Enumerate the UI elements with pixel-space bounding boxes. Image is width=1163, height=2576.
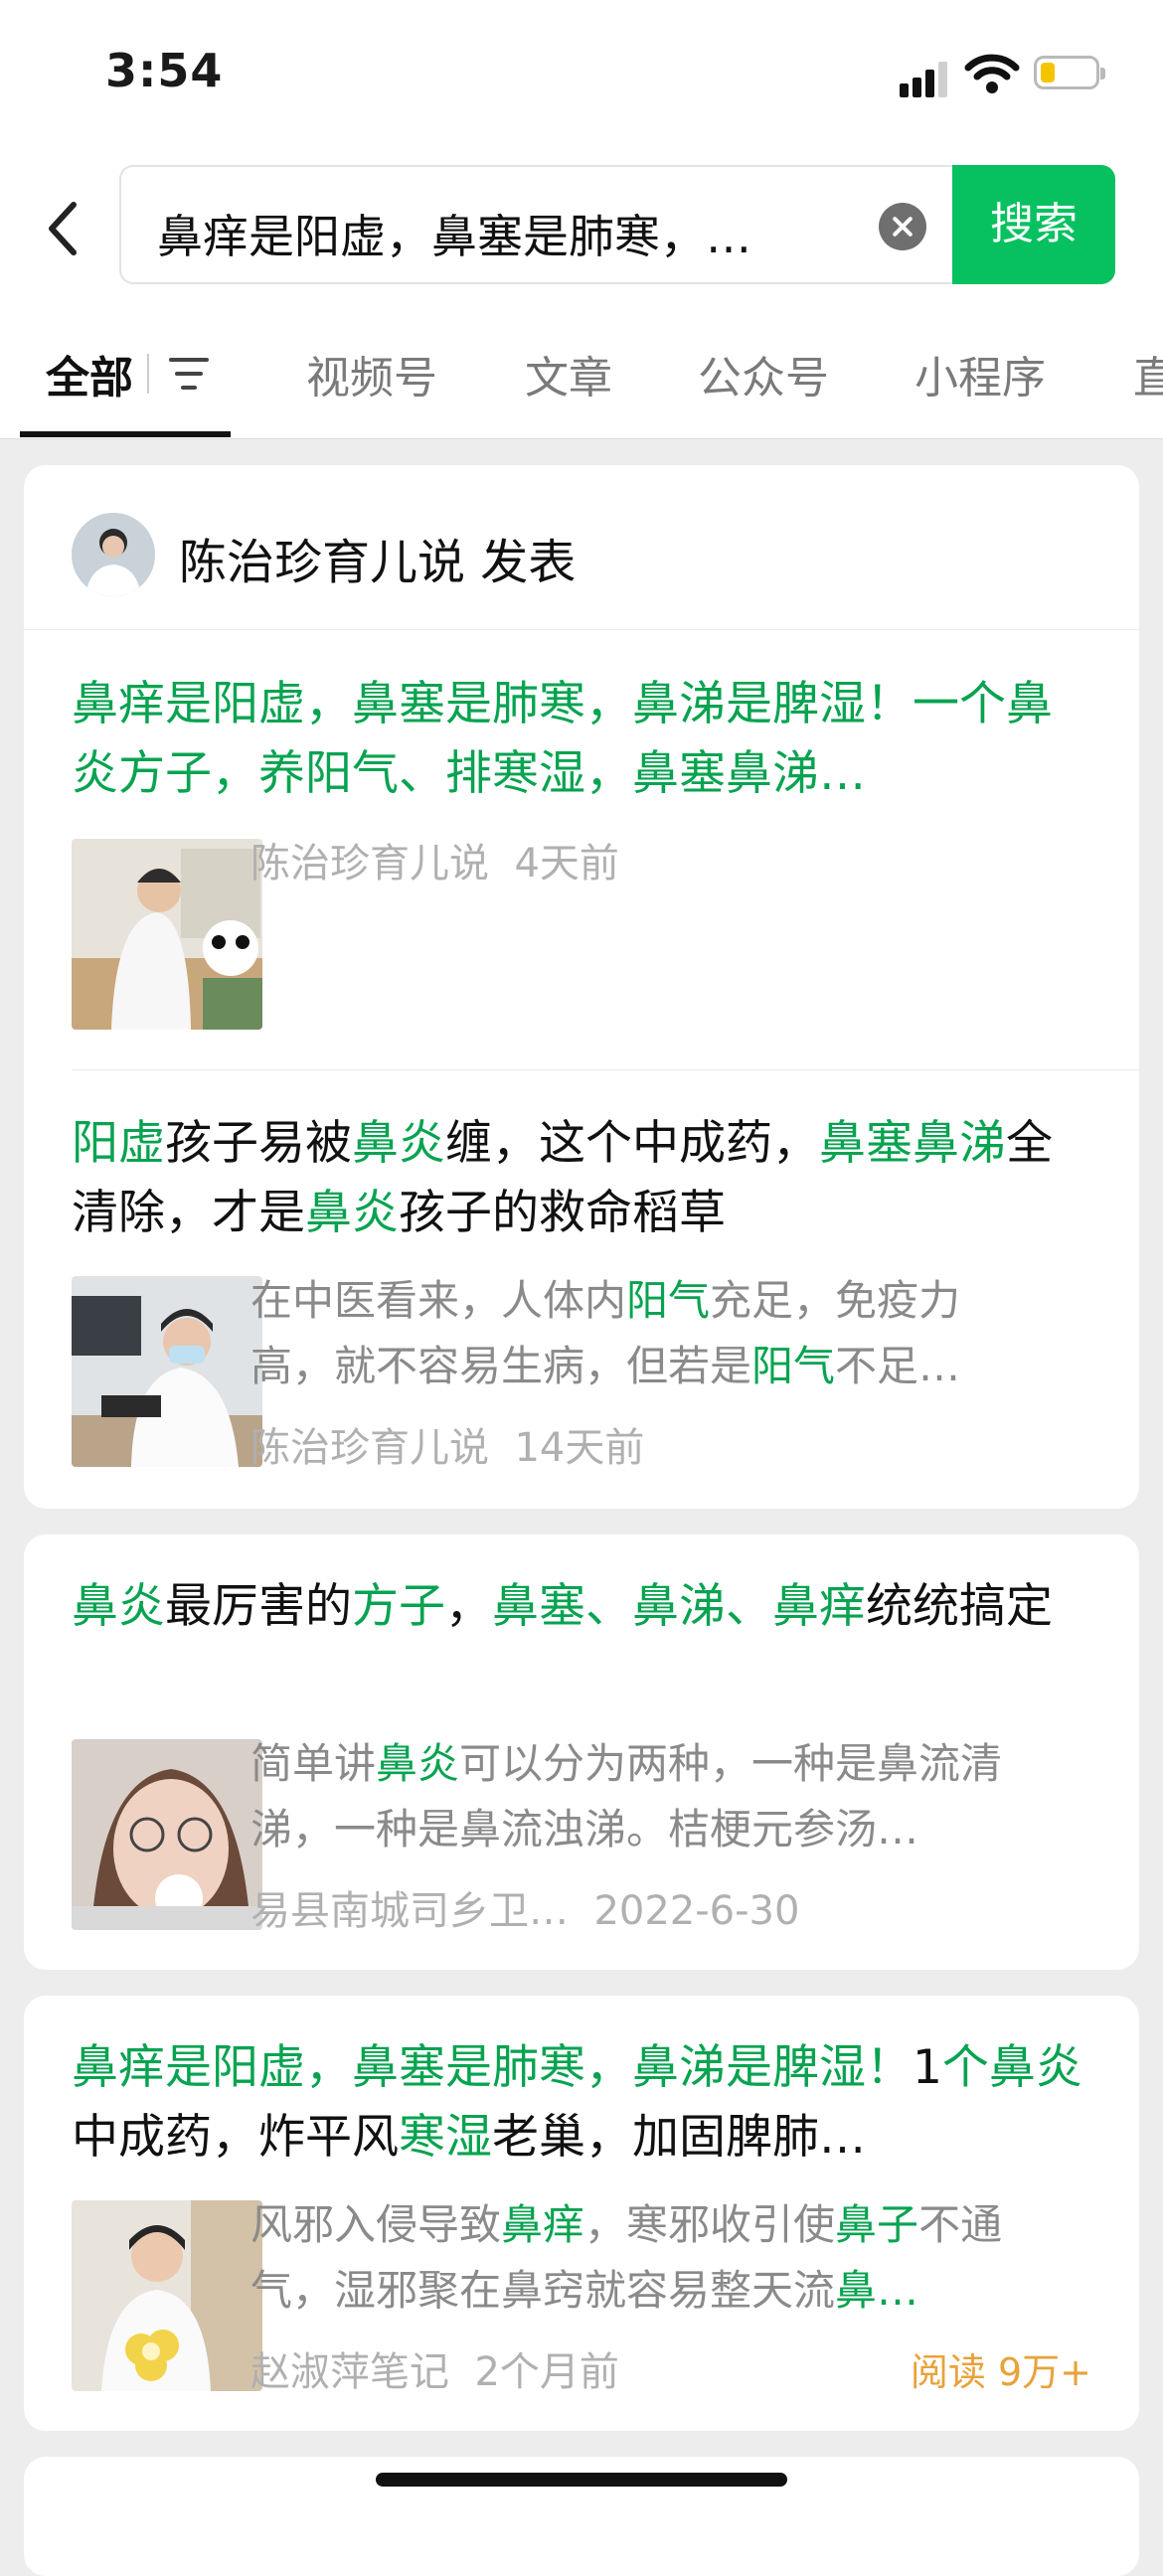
- keyword-highlight: 方子: [352, 1579, 445, 1634]
- text-segment: ，寒邪收引使: [584, 2200, 836, 2249]
- article-title[interactable]: 鼻痒是阳虚，鼻塞是肺寒，鼻涕是脾湿！1个鼻炎中成药，炸平风寒湿老巢，加固脾肺…: [72, 2033, 1095, 2173]
- text-segment: 1: [913, 2040, 942, 2095]
- article-meta: 赵淑萍笔记 2个月前: [250, 2339, 619, 2397]
- clear-icon[interactable]: [879, 203, 926, 250]
- text-segment: 不足…: [835, 1342, 961, 1390]
- search-header: 鼻痒是阳虚，鼻塞是肺寒，… 搜索: [0, 149, 1163, 298]
- article-time: 2个月前: [474, 2349, 619, 2395]
- keyword-highlight: 鼻炎: [72, 1579, 165, 1634]
- article-snippet: 风邪入侵导致鼻痒，寒邪收引使鼻子不通气，湿邪聚在鼻窍就容易整天流鼻…: [250, 2192, 1036, 2324]
- tab-separator: [147, 354, 149, 394]
- keyword-highlight: 鼻痒是阳虚，鼻塞是肺寒，鼻涕是脾湿！: [72, 2040, 913, 2095]
- list-item[interactable]: 鼻痒是阳虚，鼻塞是肺寒，鼻涕是脾湿！一个鼻炎方子，养阳气、排寒湿，鼻塞鼻涕…: [72, 670, 1095, 809]
- wifi-icon: [964, 54, 1020, 93]
- keyword-highlight: 鼻炎: [376, 1739, 460, 1788]
- tab-live[interactable]: 直: [1133, 342, 1163, 405]
- result-card: 陈治珍育儿说 发表 鼻痒是阳虚，鼻塞是肺寒，鼻涕是脾湿！一个鼻炎方子，养阳气、排…: [24, 465, 1139, 1509]
- result-card[interactable]: 鼻炎最厉害的方子，鼻塞、鼻涕、鼻痒统统搞定 简单讲鼻炎可以分为两种，一种是鼻流清…: [24, 1534, 1139, 1970]
- text-segment: 统统搞定: [866, 1579, 1053, 1634]
- tab-articles[interactable]: 文章: [525, 342, 612, 405]
- filter-tabs: 全部 视频号 文章 公众号 小程序 直: [0, 298, 1163, 439]
- tab-video[interactable]: 视频号: [306, 342, 437, 405]
- article-source: 陈治珍育儿说: [250, 841, 489, 886]
- article-thumbnail: [72, 2200, 262, 2391]
- text-segment: 风邪入侵导致: [250, 2200, 502, 2249]
- article-meta: 陈治珍育儿说 4天前: [250, 831, 619, 888]
- keyword-highlight: 鼻塞鼻涕: [819, 1116, 1006, 1171]
- article-snippet: 在中医看来，人体内阳气充足，免疫力高，就不容易生病，但若是阳气不足…: [250, 1268, 1036, 1399]
- article-thumbnail: [72, 1276, 262, 1467]
- text-segment: 在中医看来，人体内: [250, 1276, 627, 1325]
- text-segment: 缠，这个中成药，: [445, 1116, 819, 1171]
- status-bar: 3:54: [0, 0, 1163, 149]
- article-meta: 陈治珍育儿说 14天前: [250, 1415, 644, 1473]
- tab-accounts[interactable]: 公众号: [698, 342, 829, 405]
- article-source: 易县南城司乡卫…: [250, 1888, 569, 1934]
- keyword-highlight: 个鼻炎: [941, 2040, 1082, 2095]
- keyword-highlight: 阳气: [751, 1342, 836, 1390]
- keyword-highlight: 鼻子: [835, 2200, 919, 2249]
- text-segment: 中成药，炸平风: [72, 2110, 399, 2165]
- keyword-highlight: 寒湿: [399, 2110, 492, 2165]
- signal-icon: [900, 58, 949, 97]
- list-item[interactable]: 阳虚孩子易被鼻炎缠，这个中成药，鼻塞鼻涕全清除，才是鼻炎孩子的救命稻草: [72, 1109, 1095, 1248]
- keyword-highlight: 鼻塞、鼻涕、鼻痒: [492, 1579, 866, 1634]
- article-thumbnail: [72, 839, 262, 1030]
- article-title[interactable]: 阳虚孩子易被鼻炎缠，这个中成药，鼻塞鼻涕全清除，才是鼻炎孩子的救命稻草: [72, 1109, 1095, 1248]
- active-tab-indicator: [20, 431, 231, 437]
- search-button[interactable]: 搜索: [952, 165, 1115, 284]
- article-snippet: 简单讲鼻炎可以分为两种，一种是鼻流清涕，一种是鼻流浊涕。桔梗元参汤…: [250, 1731, 1036, 1862]
- keyword-highlight: 鼻炎: [352, 1116, 445, 1171]
- search-query[interactable]: 鼻痒是阳虚，鼻塞是肺寒，…: [157, 201, 751, 266]
- text-segment: 老巢，加固脾肺…: [492, 2110, 866, 2165]
- keyword-highlight: 阳虚: [72, 1116, 165, 1171]
- back-arrow-icon[interactable]: [40, 199, 89, 258]
- text-segment: 简单讲: [250, 1739, 377, 1788]
- keyword-highlight: 鼻炎: [305, 1186, 399, 1240]
- article-time: 4天前: [514, 841, 619, 886]
- text-segment: 孩子易被: [165, 1116, 352, 1171]
- tab-miniprograms[interactable]: 小程序: [914, 342, 1046, 405]
- search-input[interactable]: 鼻痒是阳虚，鼻塞是肺寒，…: [119, 165, 954, 284]
- text-segment: 孩子的救命稻草: [399, 1186, 726, 1240]
- read-count: 阅读 9万+: [910, 2350, 1091, 2394]
- author-row[interactable]: 陈治珍育儿说 发表: [24, 465, 1139, 630]
- keyword-highlight: 鼻痒: [501, 2200, 585, 2249]
- article-thumbnail: [72, 1739, 262, 1930]
- text-segment: 最厉害的: [165, 1579, 352, 1634]
- author-name: 陈治珍育儿说 发表: [179, 535, 577, 590]
- article-title[interactable]: 鼻痒是阳虚，鼻塞是肺寒，鼻涕是脾湿！一个鼻炎方子，养阳气、排寒湿，鼻塞鼻涕…: [72, 670, 1095, 809]
- filter-icon[interactable]: [169, 356, 225, 392]
- text-segment: ，: [445, 1579, 492, 1634]
- avatar: [72, 513, 155, 596]
- battery-icon: [1034, 56, 1105, 89]
- divider: [72, 1069, 1139, 1070]
- result-card[interactable]: 鼻痒是阳虚，鼻塞是肺寒，鼻涕是脾湿！1个鼻炎中成药，炸平风寒湿老巢，加固脾肺… …: [24, 1996, 1139, 2431]
- keyword-highlight: 鼻痒是阳虚，鼻塞是肺寒，鼻涕是脾湿！一个鼻炎方子，养阳气、排寒湿，鼻塞鼻涕…: [72, 677, 1053, 801]
- status-time: 3:54: [105, 44, 224, 97]
- keyword-highlight: 鼻…: [835, 2266, 919, 2315]
- article-time: 14天前: [514, 1425, 645, 1471]
- tab-all[interactable]: 全部: [46, 342, 133, 405]
- article-source: 赵淑萍笔记: [250, 2349, 449, 2395]
- keyword-highlight: 阳气: [626, 1276, 711, 1325]
- home-indicator: [376, 2473, 787, 2487]
- list-item[interactable]: 鼻痒是阳虚，鼻塞是肺寒，鼻涕是脾湿！1个鼻炎中成药，炸平风寒湿老巢，加固脾肺…: [72, 2033, 1095, 2173]
- article-title[interactable]: 鼻炎最厉害的方子，鼻塞、鼻涕、鼻痒统统搞定: [72, 1572, 1095, 1711]
- article-source: 陈治珍育儿说: [250, 1425, 489, 1471]
- article-meta: 易县南城司乡卫… 2022-6-30: [250, 1878, 799, 1936]
- list-item[interactable]: 鼻炎最厉害的方子，鼻塞、鼻涕、鼻痒统统搞定: [72, 1572, 1095, 1711]
- article-time: 2022-6-30: [593, 1888, 800, 1934]
